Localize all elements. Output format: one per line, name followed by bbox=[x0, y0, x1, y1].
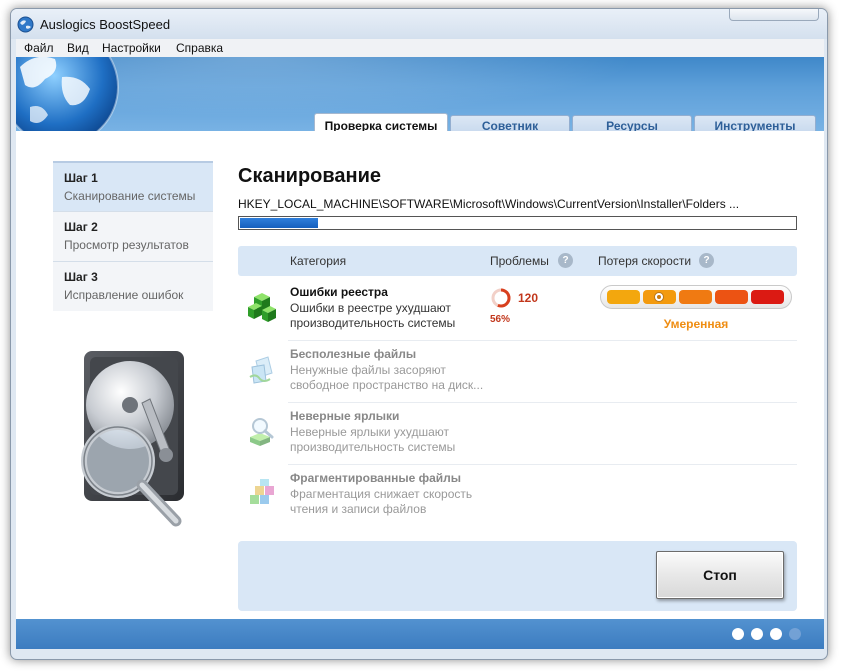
menu-view[interactable]: Вид bbox=[65, 40, 91, 56]
meter-segment bbox=[751, 290, 784, 304]
menu-file[interactable]: Файл bbox=[22, 40, 56, 56]
registry-cubes-icon bbox=[248, 293, 276, 322]
step-subtitle: Просмотр результатов bbox=[64, 238, 189, 252]
step-subtitle: Сканирование системы bbox=[64, 189, 196, 203]
step-title: Шаг 1 bbox=[64, 171, 98, 185]
scan-progress-fill bbox=[240, 218, 318, 228]
category-name: Бесполезные файлы bbox=[290, 347, 417, 361]
category-description: Неверные ярлыки ухудшают производительно… bbox=[290, 425, 490, 455]
column-problems: Проблемы bbox=[490, 254, 549, 268]
category-description: Ошибки в реестре ухудшают производительн… bbox=[290, 301, 490, 331]
tab-advisor[interactable]: Советник bbox=[450, 115, 570, 131]
content-area: Шаг 1 Сканирование системы Шаг 2 Просмот… bbox=[16, 131, 824, 619]
problems-count: 120 bbox=[518, 291, 539, 305]
pager-dot[interactable] bbox=[770, 628, 782, 640]
category-row-fragmented[interactable]: Фрагментированные файлы Фрагментация сни… bbox=[238, 467, 797, 527]
header-banner: Проверка системы Советник Ресурсы Инстру… bbox=[16, 57, 824, 131]
scan-panel: Сканирование HKEY_LOCAL_MACHINE\SOFTWARE… bbox=[238, 131, 798, 619]
title-bar: Auslogics BoostSpeed bbox=[11, 9, 827, 39]
meter-segment bbox=[715, 290, 748, 304]
action-panel: Стоп bbox=[238, 541, 797, 611]
category-row-registry[interactable]: Ошибки реестра Ошибки в реестре ухудшают… bbox=[238, 281, 797, 341]
menu-help[interactable]: Справка bbox=[174, 40, 225, 56]
problems-help-icon[interactable]: ? bbox=[558, 253, 573, 268]
meter-segment-current bbox=[643, 290, 676, 304]
footer-bar bbox=[16, 619, 824, 649]
step-subtitle: Исправление ошибок bbox=[64, 288, 184, 302]
pager-dot[interactable] bbox=[732, 628, 744, 640]
junk-files-icon bbox=[249, 356, 273, 384]
pager-dot[interactable] bbox=[751, 628, 763, 640]
shortcut-search-icon bbox=[250, 418, 274, 446]
step-1: Шаг 1 Сканирование системы bbox=[53, 161, 213, 211]
speed-loss-help-icon[interactable]: ? bbox=[699, 253, 714, 268]
menu-settings[interactable]: Настройки bbox=[100, 40, 163, 56]
row-divider bbox=[288, 464, 797, 465]
description-line: Фрагментация снижает скорость bbox=[290, 487, 473, 501]
column-category: Категория bbox=[290, 254, 347, 268]
category-name: Фрагментированные файлы bbox=[290, 471, 462, 485]
category-name: Неверные ярлыки bbox=[290, 409, 400, 423]
category-row-shortcuts[interactable]: Неверные ярлыки Неверные ярлыки ухудшают… bbox=[238, 405, 797, 465]
scan-progress-bar bbox=[238, 216, 797, 230]
description-line: чтения и записи файлов bbox=[290, 502, 427, 516]
stop-button[interactable]: Стоп bbox=[656, 551, 784, 599]
app-window: Auslogics BoostSpeed Файл Вид Настройки … bbox=[10, 8, 828, 660]
globe-icon bbox=[16, 57, 119, 131]
meter-segment bbox=[607, 290, 640, 304]
column-speed-loss: Потеря скорости bbox=[598, 254, 692, 268]
scan-title: Сканирование bbox=[238, 165, 382, 187]
category-row-junk-files[interactable]: Бесполезные файлы Ненужные файлы засоряю… bbox=[238, 343, 797, 403]
tab-system-check[interactable]: Проверка системы bbox=[314, 113, 448, 131]
menu-bar: Файл Вид Настройки Справка bbox=[16, 39, 824, 57]
category-description: Ненужные файлы засоряют свободное простр… bbox=[290, 363, 490, 393]
description-line: производительность системы bbox=[290, 440, 456, 454]
category-name: Ошибки реестра bbox=[290, 285, 388, 299]
scan-current-path: HKEY_LOCAL_MACHINE\SOFTWARE\Microsoft\Wi… bbox=[238, 197, 740, 211]
description-line: Ненужные файлы засоряют bbox=[290, 363, 446, 377]
fragmented-blocks-icon bbox=[250, 479, 274, 504]
pager-dot[interactable] bbox=[789, 628, 801, 640]
step-title: Шаг 3 bbox=[64, 270, 98, 284]
description-line: свободное пространство на диск... bbox=[290, 378, 484, 392]
tab-tools[interactable]: Инструменты bbox=[694, 115, 816, 131]
row-divider bbox=[288, 340, 797, 341]
meter-indicator-icon bbox=[654, 292, 664, 302]
tab-resources[interactable]: Ресурсы bbox=[572, 115, 692, 131]
progress-ring-icon bbox=[491, 288, 511, 308]
speed-loss-level: Умеренная bbox=[663, 317, 729, 331]
window-title: Auslogics BoostSpeed bbox=[40, 17, 171, 32]
speed-loss-meter bbox=[600, 285, 792, 309]
window-caption-buttons[interactable] bbox=[729, 9, 819, 21]
step-3: Шаг 3 Исправление ошибок bbox=[53, 261, 213, 311]
problems-indicator: 120 56% bbox=[490, 287, 550, 327]
meter-segment bbox=[679, 290, 712, 304]
category-description: Фрагментация снижает скорость чтения и з… bbox=[290, 487, 490, 517]
step-title: Шаг 2 bbox=[64, 220, 98, 234]
description-line: Ошибки в реестре ухудшают bbox=[290, 301, 451, 315]
steps-sidebar: Шаг 1 Сканирование системы Шаг 2 Просмот… bbox=[53, 161, 213, 311]
app-logo-icon bbox=[17, 16, 34, 33]
hard-drive-magnifier-icon bbox=[81, 351, 184, 527]
description-line: производительность системы bbox=[290, 316, 456, 330]
step-2: Шаг 2 Просмотр результатов bbox=[53, 211, 213, 261]
category-table-header: Категория Проблемы ? Потеря скорости ? bbox=[238, 246, 797, 276]
row-divider bbox=[288, 402, 797, 403]
description-line: Неверные ярлыки ухудшают bbox=[290, 425, 449, 439]
problems-percent: 56% bbox=[490, 314, 511, 325]
